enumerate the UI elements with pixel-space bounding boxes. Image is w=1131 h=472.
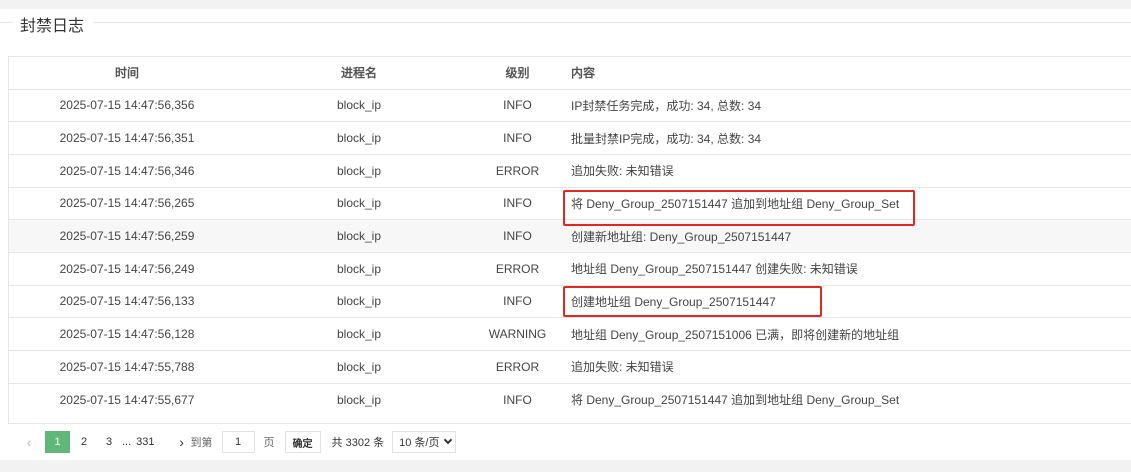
- page-last[interactable]: 331: [134, 431, 156, 453]
- cell-content: 创建新地址组: Deny_Group_2507151447: [562, 219, 1131, 253]
- cell-process: block_ip: [245, 154, 473, 188]
- cell-level: INFO: [473, 121, 562, 155]
- cell-level: ERROR: [473, 154, 562, 188]
- cell-level: ERROR: [473, 350, 562, 384]
- cell-content: 批量封禁IP完成，成功: 34, 总数: 34: [562, 121, 1131, 155]
- column-header-content[interactable]: 内容: [562, 57, 1131, 90]
- chevron-right-icon[interactable]: ›: [173, 431, 191, 453]
- column-header-process[interactable]: 进程名: [245, 57, 473, 90]
- cell-content: 将 Deny_Group_2507151447 追加到地址组 Deny_Grou…: [571, 393, 900, 408]
- cell-content: 地址组 Deny_Group_2507151006 已满，即将创建新的地址组: [562, 317, 1131, 351]
- cell-time: 2025-07-15 14:47:56,265: [9, 187, 245, 221]
- cell-time: 2025-07-15 14:47:56,133: [9, 285, 245, 319]
- goto-label: 到第: [190, 437, 213, 449]
- total-count: 共 3302 条: [331, 437, 385, 449]
- table-row[interactable]: 2025-07-15 14:47:56,265 block_ip INFO 将 …: [9, 187, 1131, 221]
- table-row[interactable]: 2025-07-15 14:47:56,259 block_ip INFO 创建…: [9, 219, 1131, 253]
- cell-level: INFO: [473, 187, 562, 221]
- page-3[interactable]: 3: [98, 431, 120, 453]
- page-size-select[interactable]: 10 条/页: [392, 431, 457, 453]
- cell-time: 2025-07-15 14:47:56,351: [9, 121, 245, 155]
- cell-level: WARNING: [473, 317, 562, 351]
- ban-log-panel: 封禁日志 时间 进程名 级别 内容 2025-07-15 14:47:56,35…: [0, 9, 1131, 460]
- cell-level: INFO: [473, 89, 562, 123]
- cell-process: block_ip: [245, 350, 473, 384]
- chevron-left-icon[interactable]: ‹: [20, 431, 38, 453]
- cell-time: 2025-07-15 14:47:55,677: [59, 392, 195, 407]
- cell-time: 2025-07-15 14:47:56,128: [9, 317, 245, 351]
- cell-time: 2025-07-15 14:47:56,249: [9, 252, 245, 286]
- fieldset-border: [94, 22, 1131, 23]
- table-row[interactable]: 2025-07-15 14:47:56,356 block_ip INFO IP…: [9, 89, 1131, 123]
- table-row[interactable]: 2025-07-15 14:47:56,128 block_ip WARNING…: [9, 317, 1131, 351]
- page-1[interactable]: 1: [45, 431, 70, 453]
- pagination: ‹ 1 2 3 ... 331 › 到第 1 页 确定 共 3302 条 10 …: [20, 430, 457, 454]
- goto-page-input[interactable]: 1: [221, 431, 255, 453]
- confirm-button[interactable]: 确定: [284, 431, 321, 453]
- log-table-container: 时间 进程名 级别 内容 2025-07-15 14:47:56,356 blo…: [8, 56, 1131, 424]
- cell-process: block_ip: [336, 392, 382, 407]
- chevron-down-icon: [444, 435, 453, 445]
- cell-content: 将 Deny_Group_2507151447 追加到地址组 Deny_Grou…: [562, 187, 1131, 221]
- goto-suffix: 页: [263, 437, 275, 449]
- table-row[interactable]: 2025-07-15 14:47:55,677 block_ip INFO 将 …: [9, 383, 1131, 416]
- cell-process: block_ip: [245, 285, 473, 319]
- page-size-value: 10 条/页: [399, 437, 440, 449]
- cell-content: 追加失败: 未知错误: [562, 154, 1131, 188]
- cell-level: INFO: [473, 285, 562, 319]
- cell-level: ERROR: [473, 252, 562, 286]
- table-header-row: 时间 进程名 级别 内容: [9, 57, 1131, 90]
- column-header-time[interactable]: 时间: [9, 57, 245, 90]
- cell-process: block_ip: [245, 187, 473, 221]
- table-row[interactable]: 2025-07-15 14:47:56,346 block_ip ERROR 追…: [9, 154, 1131, 188]
- log-table: 时间 进程名 级别 内容 2025-07-15 14:47:56,356 blo…: [9, 57, 1131, 416]
- cell-content: 地址组 Deny_Group_2507151447 创建失败: 未知错误: [562, 252, 1131, 286]
- page-ellipsis: ...: [122, 436, 132, 448]
- cell-process: block_ip: [245, 219, 473, 253]
- cell-content: IP封禁任务完成，成功: 34, 总数: 34: [562, 89, 1131, 123]
- cell-time: 2025-07-15 14:47:56,356: [9, 89, 245, 123]
- cell-process: block_ip: [245, 252, 473, 286]
- table-row[interactable]: 2025-07-15 14:47:55,788 block_ip ERROR 追…: [9, 350, 1131, 384]
- panel-title: 封禁日志: [20, 18, 85, 35]
- page-2[interactable]: 2: [73, 431, 95, 453]
- table-row[interactable]: 2025-07-15 14:47:56,249 block_ip ERROR 地…: [9, 252, 1131, 286]
- cell-time: 2025-07-15 14:47:56,259: [9, 219, 245, 253]
- cell-level: INFO: [473, 219, 562, 253]
- cell-process: block_ip: [245, 89, 473, 123]
- fieldset-border: [0, 22, 13, 23]
- column-header-level[interactable]: 级别: [473, 57, 562, 90]
- cell-time: 2025-07-15 14:47:55,788: [9, 350, 245, 384]
- cell-time: 2025-07-15 14:47:56,346: [9, 154, 245, 188]
- cell-process: block_ip: [245, 121, 473, 155]
- table-row[interactable]: 2025-07-15 14:47:56,351 block_ip INFO 批量…: [9, 121, 1131, 155]
- table-row[interactable]: 2025-07-15 14:47:56,133 block_ip INFO 创建…: [9, 285, 1131, 319]
- cell-content: 追加失败: 未知错误: [562, 350, 1131, 384]
- cell-content: 创建地址组 Deny_Group_2507151447: [562, 285, 1131, 319]
- cell-level: INFO: [503, 392, 532, 407]
- cell-process: block_ip: [245, 317, 473, 351]
